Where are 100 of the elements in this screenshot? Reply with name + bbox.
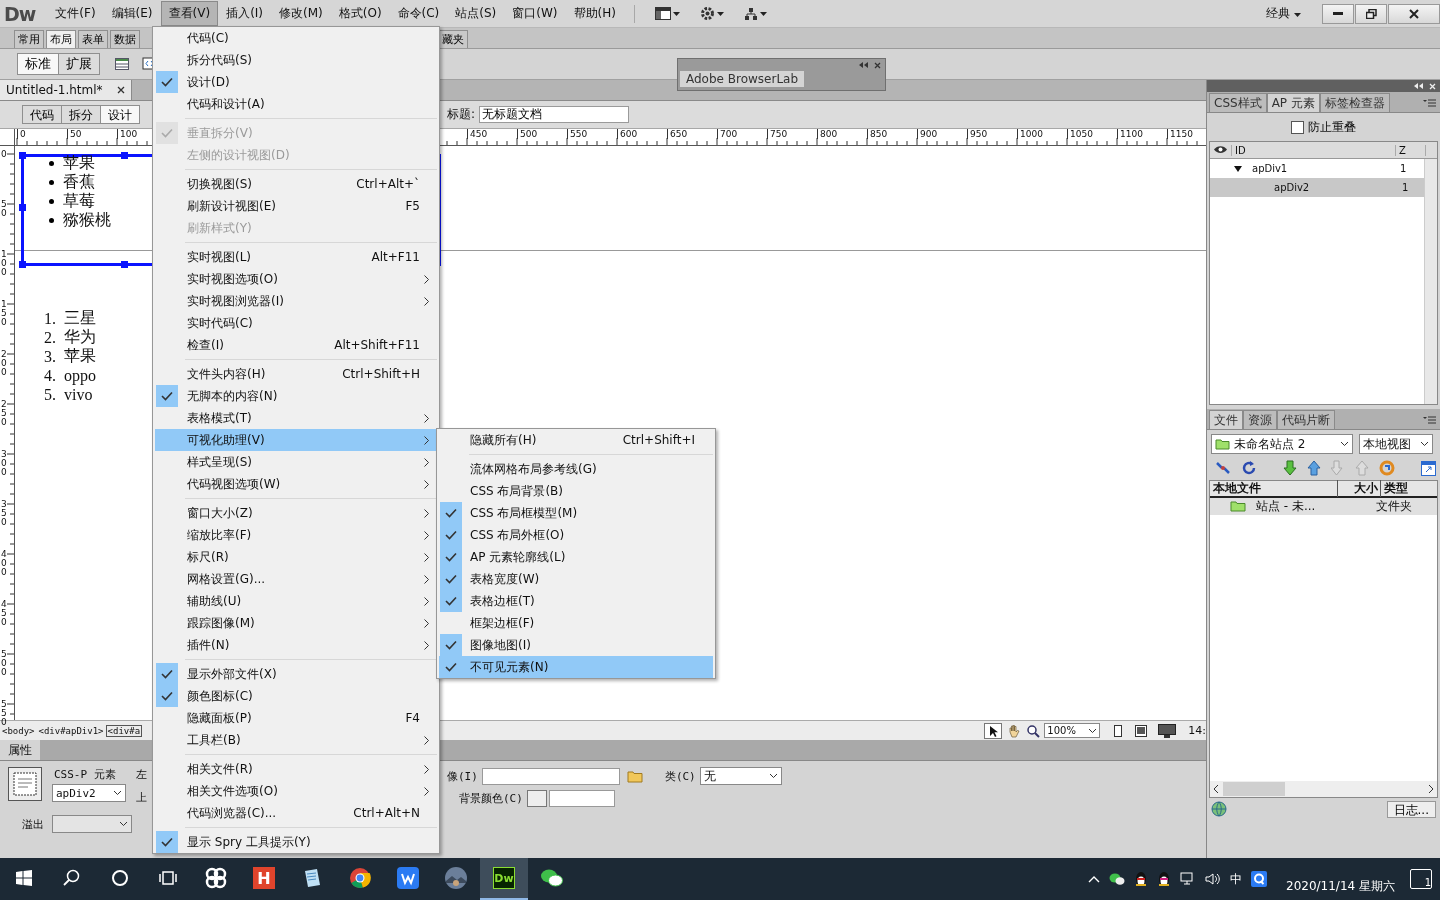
menu-title[interactable]: 编辑(E) (103, 1, 161, 26)
sync-icon[interactable] (1379, 460, 1395, 476)
menu-item[interactable]: 代码视图选项(W) (155, 473, 437, 495)
chevron-up-icon[interactable] (1088, 875, 1100, 883)
insert-tab[interactable]: 表单 (78, 29, 108, 48)
workspace-switcher[interactable]: 经典 (1266, 5, 1301, 22)
column-header[interactable]: Z (1396, 144, 1426, 156)
panel-tab[interactable]: AP 元素 (1266, 93, 1320, 112)
column-header[interactable]: ID (1232, 144, 1396, 156)
menu-item[interactable]: 代码(C) (155, 27, 437, 49)
taskbar-app[interactable]: H (240, 858, 288, 900)
view-button[interactable]: 设计 (100, 105, 140, 124)
menu-item[interactable]: 代码和设计(A) (155, 93, 437, 115)
menu-item[interactable]: 隐藏所有(H) Ctrl+Shift+I (439, 429, 713, 451)
menu-item[interactable]: 无脚本的内容(N) (155, 385, 437, 407)
menu-item[interactable]: 检查(I) Alt+Shift+F11 (155, 334, 437, 356)
menu-item[interactable]: 窗口大小(Z) (155, 502, 437, 524)
close-icon[interactable] (874, 61, 881, 69)
color-swatch[interactable] (526, 789, 547, 807)
element-id-select[interactable]: apDiv2 (52, 784, 126, 802)
overflow-select[interactable] (52, 815, 132, 833)
menu-title[interactable]: 文件(F) (47, 1, 104, 26)
menu-title[interactable]: 修改(M) (271, 1, 331, 26)
menu-item[interactable]: 表格模式(T) (155, 407, 437, 429)
column-header[interactable]: 本地文件 (1210, 480, 1338, 497)
menu-title[interactable]: 格式(O) (330, 1, 390, 26)
globe-icon[interactable] (1211, 801, 1227, 817)
menu-item[interactable]: CSS 布局背景(B) (439, 480, 713, 502)
menu-item[interactable]: 可视化助理(V) (155, 429, 437, 451)
app-tray-icon[interactable] (1251, 871, 1267, 887)
connect-icon[interactable] (1215, 460, 1231, 476)
expand-panel-icon[interactable] (1421, 460, 1436, 476)
site-menu-icon[interactable] (743, 6, 767, 21)
menu-item[interactable]: 代码浏览器(C)... Ctrl+Alt+N (155, 802, 437, 824)
tag-selector[interactable]: <div#a (105, 724, 143, 737)
table-icon[interactable] (115, 57, 129, 70)
panel-tab[interactable]: 属性 (0, 740, 40, 760)
menu-item[interactable]: 图像地图(I) (439, 634, 713, 656)
menu-item[interactable]: 缩放比率(F) (155, 524, 437, 546)
notification-button[interactable]: 1 (1410, 869, 1432, 889)
menu-item[interactable]: CSS 布局外框(O) (439, 524, 713, 546)
tag-selector[interactable]: <div#apDiv1> (36, 724, 106, 737)
panel-tab[interactable]: 文件 (1209, 410, 1243, 429)
menu-title[interactable]: 窗口(W) (504, 1, 566, 26)
log-button[interactable]: 日志... (1386, 800, 1436, 818)
panel-tab[interactable]: 代码片断 (1277, 410, 1335, 429)
menu-title[interactable]: 命令(C) (389, 1, 448, 26)
menu-title[interactable]: 插入(I) (218, 1, 272, 26)
menu-item[interactable]: 相关文件选项(O) (155, 780, 437, 802)
menu-item[interactable]: 相关文件(R) (155, 758, 437, 780)
layout-menu-icon[interactable] (654, 7, 680, 20)
view-button[interactable]: 拆分 (61, 105, 101, 124)
menu-item[interactable]: 拆分代码(S) (155, 49, 437, 71)
taskbar-app[interactable]: Dw (480, 858, 528, 900)
refresh-icon[interactable] (1241, 460, 1257, 476)
restore-button[interactable] (1355, 3, 1387, 24)
window-size-icon[interactable] (1134, 724, 1149, 737)
menu-item[interactable]: 刷新设计视图(E) F5 (155, 195, 437, 217)
close-button[interactable] (1388, 3, 1440, 24)
folder-icon[interactable] (626, 769, 643, 783)
window-size-icon[interactable] (1112, 724, 1125, 737)
scroll-right-icon[interactable] (1428, 785, 1434, 793)
mode-button[interactable]: 标准 (17, 52, 59, 75)
menu-item[interactable]: 实时视图浏览器(I) (155, 290, 437, 312)
document-tab[interactable]: Untitled-1.html* (0, 80, 132, 100)
input-method-indicator[interactable]: 中 (1230, 870, 1242, 888)
collapse-icon[interactable] (1414, 83, 1423, 89)
scrollbar[interactable] (1210, 781, 1437, 797)
checkbox[interactable] (1291, 120, 1304, 134)
panel-tab[interactable]: 标签检查器 (1319, 93, 1390, 112)
zoom-select[interactable]: 100% (1044, 723, 1101, 738)
menu-item[interactable]: 切换视图(S) Ctrl+Alt+` (155, 173, 437, 195)
menu-item[interactable]: 实时视图(L) Alt+F11 (155, 246, 437, 268)
menu-item[interactable]: 插件(N) (155, 634, 437, 656)
image-field[interactable] (481, 767, 620, 785)
layer-row[interactable]: apDiv2 1 (1210, 178, 1426, 197)
menu-item[interactable]: 网格设置(G)... (155, 568, 437, 590)
menu-title[interactable]: 站点(S) (447, 1, 505, 26)
menu-item[interactable]: 框架边框(F) (439, 612, 713, 634)
menu-item[interactable]: AP 元素轮廓线(L) (439, 546, 713, 568)
scroll-left-icon[interactable] (1213, 785, 1219, 793)
insert-tab[interactable]: 常用 (14, 29, 44, 48)
menu-item[interactable]: 文件头内容(H) Ctrl+Shift+H (155, 363, 437, 385)
panel-tab[interactable]: 资源 (1243, 410, 1277, 429)
pointer-tool-icon[interactable] (984, 722, 1003, 739)
mode-button[interactable]: 扩展 (58, 52, 100, 75)
expand-triangle-icon[interactable] (1234, 164, 1242, 173)
penguin-icon[interactable] (1134, 871, 1148, 887)
insert-tab[interactable]: 数据 (110, 29, 140, 48)
menu-item[interactable]: 样式呈现(S) (155, 451, 437, 473)
zoom-icon[interactable] (1026, 723, 1041, 738)
insert-tab[interactable]: 布局 (46, 29, 76, 48)
minimize-button[interactable] (1322, 3, 1354, 24)
gear-menu-icon[interactable] (699, 6, 724, 21)
menu-item[interactable]: 标尺(R) (155, 546, 437, 568)
volume-icon[interactable] (1205, 872, 1221, 886)
panel-tab[interactable]: CSS样式 (1209, 93, 1267, 112)
menu-item[interactable]: CSS 布局框模型(M) (439, 502, 713, 524)
menu-item[interactable]: 隐藏面板(P) F4 (155, 707, 437, 729)
collapse-icon[interactable] (859, 62, 868, 68)
